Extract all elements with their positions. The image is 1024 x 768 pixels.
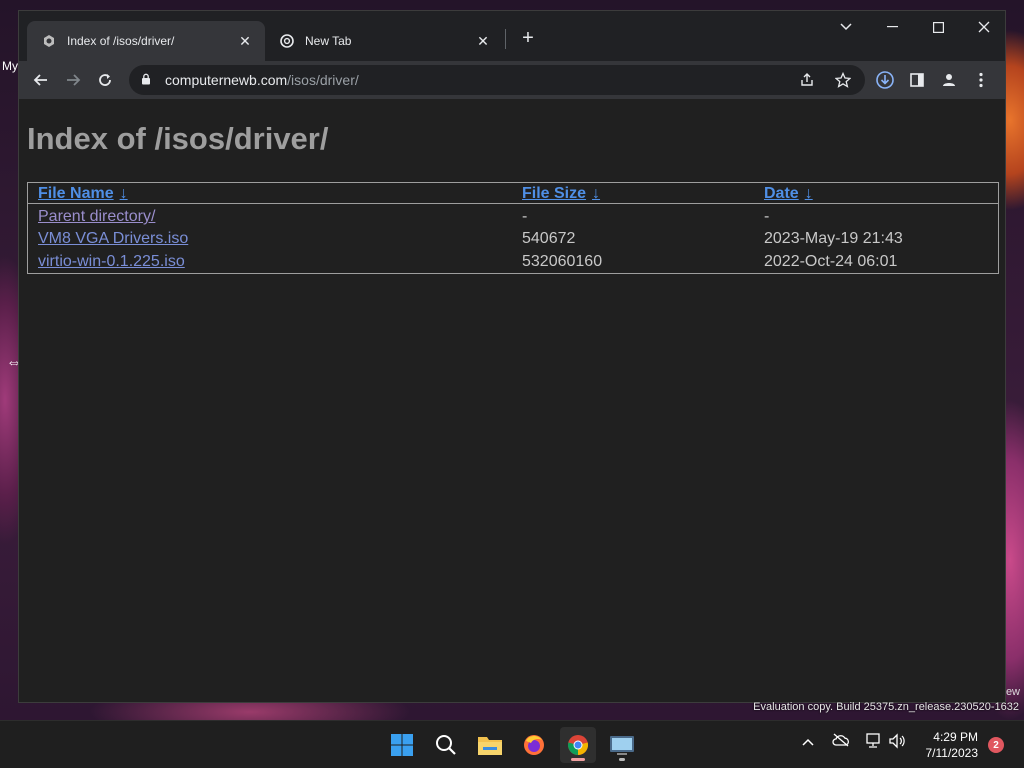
address-bar[interactable]: computernewb.com/isos/driver/: [129, 65, 865, 95]
file-name-cell: VM8 VGA Drivers.iso: [28, 227, 512, 250]
tab-close-icon[interactable]: ✕: [473, 31, 493, 51]
sort-by-size-link[interactable]: File Size: [522, 185, 586, 202]
tab-separator: [505, 29, 506, 49]
column-label: Date: [764, 185, 799, 202]
back-arrow-icon[interactable]: [25, 64, 57, 96]
notification-badge[interactable]: 2: [988, 737, 1004, 753]
file-date-cell: 2022-Oct-24 06:01: [764, 253, 898, 270]
browser-window: Index of /isos/driver/ ✕ New Tab ✕ + com…: [18, 10, 1006, 703]
url-path: /isos/driver/: [287, 72, 359, 88]
site-favicon-icon: [41, 33, 57, 49]
url-host: computernewb.com: [165, 72, 288, 88]
file-date-cell: -: [764, 208, 770, 225]
table-row: Parent directory/ - -: [28, 204, 998, 227]
file-date-cell: 2023-May-19 21:43: [764, 230, 903, 247]
file-link[interactable]: VM8 VGA Drivers.iso: [38, 230, 188, 247]
browser-toolbar: computernewb.com/isos/driver/: [19, 61, 1005, 99]
firefox-icon[interactable]: [516, 727, 552, 763]
side-panel-icon[interactable]: [901, 64, 933, 96]
table-row: virtio-win-0.1.225.iso 532060160 2022-Oc…: [28, 250, 998, 273]
tab-title: New Tab: [305, 34, 352, 48]
share-icon[interactable]: [791, 64, 823, 96]
desktop-icon-label-right[interactable]: ew: [1006, 686, 1020, 698]
page-content: Index of /isos/driver/ File Name ↓ File S…: [19, 99, 1005, 702]
bookmark-star-icon[interactable]: [827, 64, 859, 96]
clock-time: 4:29 PM: [933, 730, 978, 744]
active-app-indicator: [571, 758, 585, 761]
remote-desktop-icon[interactable]: [604, 727, 640, 763]
file-name-cell: Parent directory/: [28, 204, 512, 227]
file-size-cell: 532060160: [522, 253, 603, 270]
tab-new-tab[interactable]: New Tab ✕: [265, 21, 503, 61]
clock-date: 7/11/2023: [925, 746, 979, 760]
sort-arrow-icon[interactable]: ↓: [120, 185, 128, 202]
column-label: File Size: [522, 185, 587, 202]
volume-icon[interactable]: [888, 733, 906, 752]
chrome-icon: [279, 33, 295, 49]
tab-strip: Index of /isos/driver/ ✕ New Tab ✕ +: [19, 11, 1005, 61]
onedrive-offline-icon[interactable]: [832, 733, 850, 750]
download-icon[interactable]: [869, 64, 901, 96]
sort-by-name-link[interactable]: File Name: [38, 185, 114, 202]
table-header-row: File Name ↓ File Size ↓ Date ↓: [28, 183, 998, 204]
maximize-icon[interactable]: [915, 13, 961, 41]
close-window-icon[interactable]: [961, 13, 1007, 41]
taskbar: 4:29 PM 7/11/2023 2: [0, 720, 1024, 768]
forward-arrow-icon[interactable]: [57, 64, 89, 96]
tab-title: Index of /isos/driver/: [67, 34, 175, 48]
sort-by-date-link[interactable]: Date: [764, 185, 799, 202]
file-explorer-icon[interactable]: [472, 727, 508, 763]
file-link[interactable]: virtio-win-0.1.225.iso: [38, 253, 185, 270]
profile-icon[interactable]: [933, 64, 965, 96]
file-size-cell: 540672: [522, 230, 576, 247]
lock-icon[interactable]: [141, 73, 155, 88]
taskbar-clock[interactable]: 4:29 PM 7/11/2023: [926, 729, 979, 761]
sort-arrow-icon[interactable]: ↓: [592, 185, 600, 202]
evaluation-watermark: Evaluation copy. Build 25375.zn_release.…: [753, 701, 1019, 713]
file-size-cell: -: [522, 208, 528, 225]
menu-kebab-icon[interactable]: [965, 64, 997, 96]
tab-search-chevron-icon[interactable]: [823, 13, 869, 41]
new-tab-plus-icon[interactable]: +: [515, 25, 541, 51]
column-header-file-size[interactable]: File Size ↓: [512, 183, 754, 204]
column-header-file-name[interactable]: File Name ↓: [28, 183, 512, 204]
desktop-icon-label[interactable]: My: [2, 59, 18, 73]
file-name-cell: virtio-win-0.1.225.iso: [28, 250, 512, 273]
url-text: computernewb.com/isos/driver/: [165, 72, 359, 88]
column-header-date[interactable]: Date ↓: [754, 183, 998, 204]
tab-close-icon[interactable]: ✕: [235, 31, 255, 51]
file-listing-table: File Name ↓ File Size ↓ Date ↓ Parent direc…: [27, 182, 999, 274]
running-app-indicator: [619, 758, 625, 761]
table-row: VM8 VGA Drivers.iso 540672 2023-May-19 2…: [28, 227, 998, 250]
minimize-icon[interactable]: [869, 13, 915, 41]
column-label: File Name: [38, 185, 114, 202]
network-icon[interactable]: [864, 733, 882, 752]
tab-index-of-isos-driver[interactable]: Index of /isos/driver/ ✕: [27, 21, 265, 61]
show-hidden-icons-chevron-icon[interactable]: [802, 733, 814, 749]
page-title: Index of /isos/driver/: [27, 121, 329, 156]
reload-icon[interactable]: [89, 64, 121, 96]
start-windows-icon[interactable]: [384, 727, 420, 763]
sort-arrow-icon[interactable]: ↓: [805, 185, 813, 202]
search-icon[interactable]: [428, 727, 464, 763]
chrome-taskbar-icon[interactable]: [560, 727, 596, 763]
parent-directory-link[interactable]: Parent directory/: [38, 208, 155, 225]
